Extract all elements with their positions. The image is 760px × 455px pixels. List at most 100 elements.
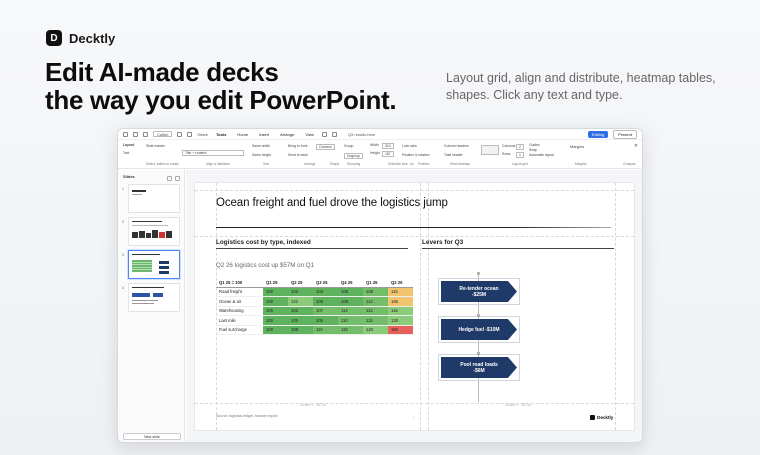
- italic-icon[interactable]: [187, 131, 193, 137]
- heatmap-table[interactable]: Q1 25 = 100 Q1 25 Q2 25 Q3 25 Q4 25 Q1 2…: [216, 279, 413, 335]
- same-height-button[interactable]: Same height: [252, 153, 271, 157]
- bring-front-button[interactable]: Bring to front: [288, 144, 307, 148]
- position-button[interactable]: Position & rotation: [402, 153, 430, 157]
- table-header-cell[interactable]: Q1 26: [363, 279, 388, 288]
- share-button[interactable]: Share: [197, 132, 208, 137]
- heatmap-cell[interactable]: 105: [313, 315, 338, 326]
- menu-icon[interactable]: [123, 131, 128, 137]
- row-label[interactable]: Fuel surcharge: [216, 325, 263, 335]
- heatmap-cell[interactable]: 114: [338, 306, 363, 316]
- heatmap-cell[interactable]: 122: [288, 296, 313, 307]
- heatmap-cell[interactable]: 105: [338, 287, 363, 297]
- bold-icon[interactable]: [177, 131, 183, 137]
- grid-preview-icon[interactable]: [481, 145, 499, 155]
- panel-close-icon[interactable]: [175, 176, 180, 181]
- heatmap-cell[interactable]: 110: [338, 315, 363, 326]
- row-label[interactable]: Warehousing: [216, 306, 263, 316]
- new-slide-button[interactable]: New slide: [123, 433, 181, 440]
- total-header-toggle[interactable]: Total header: [444, 153, 463, 157]
- send-back-button[interactable]: Send to back: [288, 153, 308, 157]
- slide-thumbnail-1[interactable]: [128, 184, 180, 213]
- lock-ratio-toggle[interactable]: Lock ratio: [402, 144, 417, 148]
- heatmap-cell[interactable]: 102: [288, 306, 313, 316]
- heatmap-cell[interactable]: 155: [388, 325, 413, 335]
- heatmap-cell[interactable]: 102: [288, 287, 313, 297]
- redo-icon[interactable]: [143, 131, 148, 137]
- table-header-cell[interactable]: Q3 25: [313, 279, 338, 288]
- resize-handle[interactable]: [477, 352, 480, 355]
- same-width-button[interactable]: Same width: [252, 144, 270, 148]
- connect-button[interactable]: Connect: [316, 144, 335, 150]
- lever-arrow-1[interactable]: Re-tender ocean -$25M: [441, 281, 517, 302]
- tab-tools[interactable]: Tools: [213, 132, 229, 137]
- resize-handle[interactable]: [477, 272, 480, 275]
- collapse-button[interactable]: Collapse: [623, 162, 635, 166]
- heatmap-cell[interactable]: 115: [388, 287, 413, 297]
- snap-checkbox[interactable]: Snap: [529, 148, 537, 152]
- rows-input[interactable]: 1: [516, 152, 524, 158]
- ribbon-text-tab[interactable]: Text: [123, 151, 129, 155]
- heatmap-cell[interactable]: 110: [313, 325, 338, 335]
- slide-master-button[interactable]: Slide master: [146, 144, 165, 148]
- resize-handle[interactable]: [477, 314, 480, 317]
- split-handle-icon[interactable]: ›: [413, 415, 414, 420]
- row-label[interactable]: Ocean & air: [216, 296, 263, 307]
- slide-thumbnail-3[interactable]: [128, 250, 180, 279]
- table-header-cell[interactable]: Q2 26: [388, 279, 413, 288]
- heatmap-cell[interactable]: 100: [263, 287, 288, 297]
- left-column-heading[interactable]: Logistics cost by type, indexed: [216, 239, 311, 246]
- image-icon[interactable]: [321, 131, 327, 137]
- row-label[interactable]: Road freight: [216, 287, 263, 297]
- heatmap-cell[interactable]: 100: [263, 306, 288, 316]
- heatmap-cell[interactable]: 105: [288, 315, 313, 326]
- heatmap-cell[interactable]: 120: [363, 325, 388, 335]
- source-note[interactable]: Source: logistics ledger, finance export: [216, 414, 278, 418]
- heatmap-cell[interactable]: 108: [338, 296, 363, 307]
- heatmap-cell[interactable]: 100: [263, 325, 288, 335]
- heatmap-cell[interactable]: 130: [388, 315, 413, 326]
- heatmap-cell[interactable]: 115: [388, 306, 413, 316]
- heatmap-cell[interactable]: 105: [313, 296, 338, 307]
- heatmap-cell[interactable]: 100: [263, 296, 288, 307]
- right-column-heading[interactable]: Levers for Q3: [422, 239, 463, 246]
- heatmap-cell[interactable]: 113: [363, 306, 388, 316]
- margins-dropdown[interactable]: Margins: [570, 144, 584, 149]
- group-button[interactable]: Group: [344, 144, 353, 148]
- heatmap-cell[interactable]: 165: [388, 296, 413, 307]
- table-header-cell[interactable]: Q1 25: [263, 279, 288, 288]
- undo-icon[interactable]: [133, 131, 138, 137]
- left-column-subtitle[interactable]: Q2 26 logistics cost up $57M on Q1: [216, 262, 314, 269]
- columns-input[interactable]: 2: [516, 144, 524, 150]
- layout-select[interactable]: Title + content: [182, 150, 244, 156]
- ribbon-layout-tab[interactable]: Layout: [123, 143, 134, 147]
- row-label[interactable]: Last mile: [216, 315, 263, 326]
- slide-thumbnail-2[interactable]: [128, 217, 180, 246]
- tab-arrange[interactable]: Arrange: [277, 132, 297, 137]
- tab-home[interactable]: Home: [234, 132, 251, 137]
- slide-title[interactable]: Ocean freight and fuel drove the logisti…: [216, 197, 448, 209]
- table-icon[interactable]: [331, 131, 337, 137]
- guides-checkbox[interactable]: Guides: [529, 143, 540, 147]
- heatmap-cell[interactable]: 110: [338, 325, 363, 335]
- present-button[interactable]: Present: [613, 129, 637, 139]
- ungroup-button[interactable]: Ungroup: [344, 153, 364, 159]
- panel-grid-icon[interactable]: [167, 176, 172, 181]
- slide-thumbnail-4[interactable]: [128, 283, 180, 312]
- close-ribbon-icon[interactable]: ✕: [634, 143, 638, 149]
- heatmap-cell[interactable]: 100: [263, 315, 288, 326]
- heatmap-cell[interactable]: 107: [313, 306, 338, 316]
- heatmap-cell[interactable]: 115: [363, 315, 388, 326]
- lever-arrow-3[interactable]: Pool road loads -$6M: [441, 357, 517, 378]
- table-header-cell[interactable]: Q4 25: [338, 279, 363, 288]
- column-headers-toggle[interactable]: Column headers: [444, 144, 469, 148]
- tab-insert[interactable]: Insert: [256, 132, 272, 137]
- heatmap-cell[interactable]: 103: [313, 287, 338, 297]
- heatmap-cell[interactable]: 108: [363, 287, 388, 297]
- table-header-cell[interactable]: Q1 25 = 100: [216, 279, 263, 288]
- tab-view[interactable]: View: [302, 132, 317, 137]
- width-input[interactable]: 310: [382, 143, 394, 149]
- editing-button[interactable]: Editing: [587, 130, 609, 138]
- font-select[interactable]: Calibri: [153, 131, 173, 137]
- slide[interactable]: Ocean freight and fuel drove the logisti…: [194, 182, 635, 431]
- lever-arrow-2[interactable]: Hedge fuel -$10M: [441, 319, 517, 340]
